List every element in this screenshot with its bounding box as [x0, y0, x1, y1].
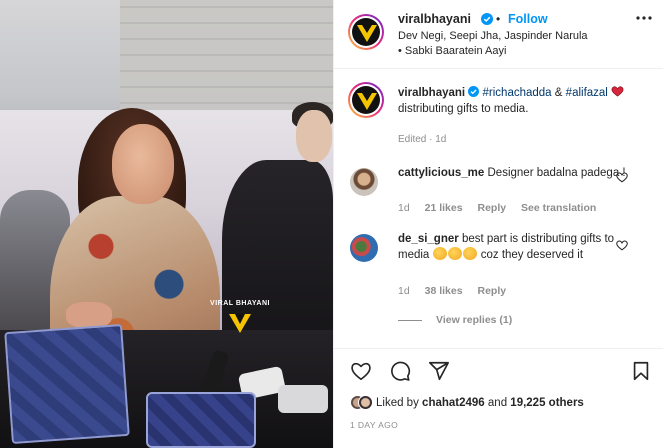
follow-button[interactable]: Follow [508, 12, 548, 26]
audio-attribution[interactable]: Dev Negi, Seepi Jha, Jaspinder Narula • … [398, 29, 588, 59]
commenter-avatar[interactable] [350, 234, 378, 262]
watermark-text: VIRAL BHAYANI [210, 300, 270, 307]
header-separator: • [496, 12, 501, 26]
comment-meta: 1d 21 likes Reply See translation [398, 202, 608, 214]
clapping-emoji-icon [462, 247, 477, 260]
commenter-avatar[interactable] [350, 168, 378, 196]
see-translation-button[interactable]: See translation [521, 202, 596, 214]
liked-by-others[interactable]: 19,225 others [510, 397, 584, 409]
comment-meta: 1d 38 likes Reply [398, 285, 518, 297]
liked-by-user[interactable]: chahat2496 [422, 397, 485, 409]
media-man-face [296, 110, 332, 162]
hashtag-link[interactable]: #alifazal [566, 87, 608, 99]
watermark-logo-icon [229, 314, 251, 333]
actions-divider [334, 348, 663, 349]
verified-badge-icon [481, 13, 493, 25]
comment-reply-button[interactable]: Reply [477, 285, 506, 297]
commenter-username[interactable]: de_si_gner [398, 233, 459, 245]
liked-by-prefix: Liked by [376, 397, 419, 409]
author-logo-icon [357, 25, 377, 42]
more-options-icon[interactable] [636, 16, 652, 20]
view-replies-label: View replies (1) [436, 314, 513, 326]
caption-author-avatar[interactable] [348, 82, 384, 118]
commenter-username[interactable]: cattylicious_me [398, 167, 484, 179]
share-icon[interactable] [428, 360, 450, 382]
liked-by-text: Liked by chahat2496 and 19,225 others [376, 397, 584, 409]
author-logo-icon [357, 93, 377, 110]
post-timestamp[interactable]: 1 DAY AGO [350, 420, 398, 430]
media-microphone [278, 385, 328, 413]
comment-like-heart-icon[interactable] [616, 172, 628, 183]
comment-likes[interactable]: 21 likes [425, 202, 463, 214]
comment-time: 1d [398, 202, 410, 214]
comment-like-heart-icon[interactable] [616, 240, 628, 251]
media-gift-box [146, 392, 256, 448]
clapping-emoji-icon [432, 247, 447, 260]
heart-emoji-icon [611, 86, 624, 97]
media-gift-box [4, 324, 130, 444]
comment-item: de_si_gner best part is distributing gif… [398, 231, 630, 263]
post-caption: viralbhayani #richachadda & #alifazal di… [398, 85, 648, 117]
liked-by-and: and [487, 397, 508, 409]
caption-ampersand: & [554, 87, 563, 99]
comment-text: Designer badalna padega ! [487, 167, 626, 179]
hashtag-link[interactable]: #richachadda [483, 87, 552, 99]
author-username[interactable]: viralbhayani [398, 12, 471, 26]
author-avatar[interactable] [348, 14, 384, 50]
post-details-panel: viralbhayani • Follow Dev Negi, Seepi Jh… [333, 0, 663, 448]
comment-time: 1d [398, 285, 410, 297]
media-hand [66, 302, 112, 328]
comment-likes[interactable]: 38 likes [425, 285, 463, 297]
caption-username[interactable]: viralbhayani [398, 87, 465, 99]
clapping-emoji-icon [447, 247, 462, 260]
liked-by-avatars[interactable] [350, 395, 374, 411]
post-media[interactable]: VIRAL BHAYANI [0, 0, 333, 448]
comment-text: coz they deserved it [480, 249, 584, 261]
view-replies-button[interactable]: View replies (1) [398, 314, 512, 326]
comment-item: cattylicious_me Designer badalna padega … [398, 165, 630, 181]
media-watermark: VIRAL BHAYANI [205, 300, 275, 350]
caption-meta: Edited · 1d [398, 134, 447, 145]
bookmark-icon[interactable] [630, 360, 652, 382]
comment-icon[interactable] [389, 360, 411, 382]
liker-avatar [358, 395, 373, 410]
media-woman-face [112, 124, 174, 204]
caption-text: distributing gifts to media. [398, 103, 529, 115]
verified-badge-icon [468, 86, 480, 97]
comment-reply-button[interactable]: Reply [477, 202, 506, 214]
heart-icon[interactable] [350, 360, 372, 382]
header-divider [334, 68, 663, 69]
replies-line [398, 319, 422, 321]
